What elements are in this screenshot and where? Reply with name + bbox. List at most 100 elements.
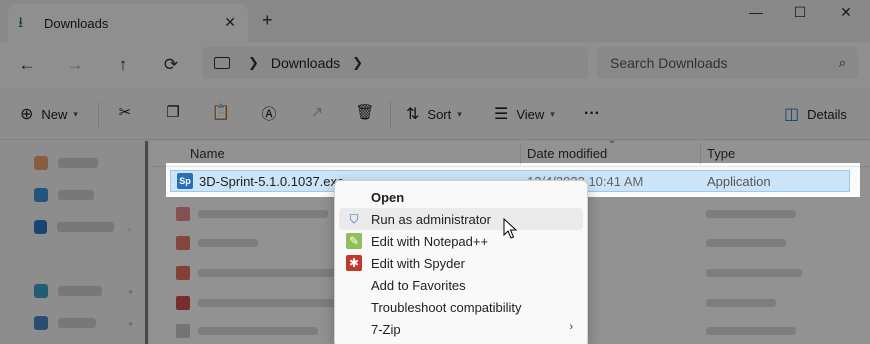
toolbar-divider [98, 102, 99, 128]
menu-item-open[interactable]: Open [339, 186, 583, 208]
share-icon[interactable]: ↗ [306, 103, 328, 125]
spyder-icon: ✱ [346, 255, 362, 271]
menu-item-label: Run as administrator [371, 211, 491, 227]
context-menu: Open ⛉ Run as administrator ✎ Edit with … [334, 180, 588, 344]
column-name[interactable]: Name [190, 146, 225, 161]
sidebar-item[interactable] [34, 315, 114, 331]
column-divider[interactable] [700, 143, 701, 165]
folder-icon [34, 316, 48, 330]
details-pane-button[interactable]: ◫ Details [784, 102, 847, 126]
sidebar-item-label [58, 158, 98, 168]
file-name [198, 210, 328, 218]
cut-icon[interactable]: ✂ [114, 103, 136, 125]
tab-title: Downloads [44, 15, 109, 31]
file-icon [176, 324, 190, 338]
menu-item-label: Open [371, 189, 405, 205]
notepadpp-icon: ✎ [346, 233, 362, 249]
file-explorer-window: ⭳ Downloads ✕ + — ☐ ✕ ← → ↑ ⟳ ❯ Download… [0, 0, 870, 344]
rename-icon[interactable]: Ⓐ [258, 103, 280, 125]
file-type [706, 299, 776, 307]
sidebar-item-label [58, 190, 94, 200]
pane-splitter[interactable] [145, 141, 148, 344]
new-tab-button[interactable]: + [262, 11, 273, 29]
menu-item-label: Troubleshoot compatibility [371, 299, 522, 315]
sort-indicator-icon: ⌄ [608, 135, 617, 146]
breadcrumb-chevron-icon[interactable]: ❯ [248, 55, 259, 71]
search-box[interactable]: ⌕ [597, 47, 858, 79]
close-button[interactable]: ✕ [824, 4, 868, 24]
toolbar-divider [390, 102, 391, 128]
maximize-button[interactable]: ☐ [778, 4, 822, 24]
menu-item-label: Add to Favorites [371, 277, 466, 293]
delete-icon[interactable]: 🗑 [354, 103, 376, 125]
column-type[interactable]: Type [707, 146, 735, 161]
view-label: View [516, 106, 545, 122]
new-label: New [41, 106, 68, 122]
sidebar-item[interactable] [34, 155, 114, 171]
sidebar-item-label [58, 318, 96, 328]
menu-item-add-to-favorites[interactable]: Add to Favorites [339, 274, 583, 296]
file-icon [176, 266, 190, 280]
file-type: Application [707, 174, 771, 189]
chevron-right-icon: › [569, 321, 573, 333]
chevron-down-icon: ▾ [550, 108, 555, 119]
pin-icon[interactable]: ⌖ [128, 287, 133, 298]
file-name [198, 327, 318, 335]
forward-button[interactable]: → [62, 52, 88, 78]
back-button[interactable]: ← [14, 52, 40, 78]
menu-item-edit-with-notepadpp[interactable]: ✎ Edit with Notepad++ [339, 230, 583, 252]
file-name [198, 269, 338, 277]
tab-downloads[interactable]: ⭳ Downloads ✕ [8, 4, 248, 42]
search-icon[interactable]: ⌕ [839, 55, 846, 71]
sidebar-item[interactable] [34, 219, 114, 235]
menu-item-label: Edit with Notepad++ [371, 233, 489, 249]
menu-item-edit-with-spyder[interactable]: ✱ Edit with Spyder [339, 252, 583, 274]
title-bar: ⭳ Downloads ✕ + — ☐ ✕ [0, 0, 870, 42]
file-icon [176, 296, 190, 310]
gallery-icon [34, 188, 48, 202]
copy-icon[interactable]: ❐ [162, 103, 184, 125]
paste-icon[interactable]: 📋 [210, 103, 232, 125]
sidebar-item[interactable] [34, 283, 114, 299]
pin-icon[interactable]: ⌖ [128, 319, 133, 330]
file-name [198, 239, 258, 247]
minimize-button[interactable]: — [734, 4, 778, 24]
column-divider[interactable] [520, 143, 521, 165]
sidebar-item-label [57, 222, 114, 232]
menu-item-label: 7-Zip [371, 321, 401, 337]
up-button[interactable]: ↑ [110, 52, 136, 78]
view-list-icon: ☰ [494, 106, 509, 123]
menu-item-7zip[interactable]: 7-Zip › [339, 318, 583, 340]
refresh-button[interactable]: ⟳ [158, 52, 184, 78]
file-type [706, 269, 802, 277]
file-name: 3D-Sprint-5.1.0.1037.exe [199, 174, 345, 189]
cloud-folder-icon [34, 220, 48, 234]
view-button[interactable]: ☰ View ▾ [494, 102, 555, 126]
details-label: Details [807, 106, 847, 122]
new-button[interactable]: ⊕ New ▾ [20, 102, 78, 126]
expand-chevron-icon[interactable]: › [128, 224, 131, 234]
command-bar: ⊕ New ▾ ✂ ❐ 📋 Ⓐ ↗ 🗑 ⇅ Sort ▾ ☰ View ▾ ··… [0, 88, 870, 140]
sort-label: Sort [427, 106, 452, 122]
home-icon [34, 156, 48, 170]
download-icon: ⭳ [18, 14, 24, 31]
sort-button[interactable]: ⇅ Sort ▾ [406, 102, 462, 126]
breadcrumb-chevron-icon[interactable]: ❯ [352, 55, 363, 71]
more-options-button[interactable]: ··· [584, 102, 600, 126]
file-type [706, 239, 786, 247]
menu-item-run-as-administrator[interactable]: ⛉ Run as administrator [339, 208, 583, 230]
navigation-pane: › ⌖ ⌖ [0, 141, 148, 344]
sidebar-item[interactable] [34, 187, 114, 203]
column-date-modified[interactable]: Date modified [527, 146, 607, 161]
menu-item-troubleshoot-compatibility[interactable]: Troubleshoot compatibility [339, 296, 583, 318]
search-input[interactable] [610, 55, 820, 71]
this-pc-icon[interactable] [214, 57, 230, 69]
file-type [706, 327, 796, 335]
uac-shield-icon: ⛉ [349, 212, 359, 226]
breadcrumb-downloads[interactable]: Downloads [271, 55, 340, 71]
navigation-bar: ← → ↑ ⟳ ❯ Downloads ❯ ⌕ [0, 42, 870, 88]
tab-close-icon[interactable]: ✕ [224, 14, 236, 31]
mouse-cursor-icon [503, 218, 517, 239]
file-name [198, 299, 348, 307]
address-bar[interactable]: ❯ Downloads ❯ [202, 47, 588, 79]
